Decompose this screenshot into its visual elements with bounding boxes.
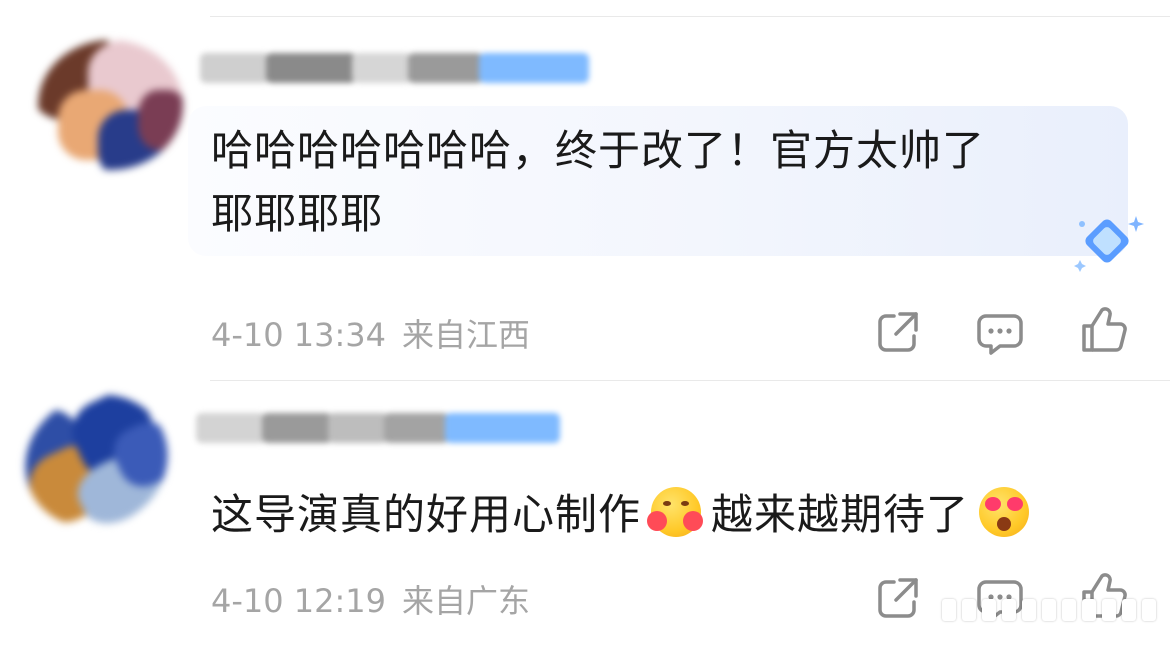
username-blurred[interactable]	[196, 404, 560, 452]
thumbs-up-icon[interactable]	[1080, 306, 1128, 354]
comment-text-line: 哈哈哈哈哈哈哈，终于改了！官方太帅了	[211, 126, 986, 175]
watermark-blocks	[942, 599, 1156, 621]
comment-text-part: 这导演真的好用心制作	[211, 490, 642, 539]
comment-date: 4-10 13:34	[211, 316, 387, 354]
comment-meta: 4-10 13:34 来自江西	[211, 310, 546, 356]
diamond-badge-icon	[1074, 216, 1144, 272]
username-blurred[interactable]	[200, 44, 589, 92]
comment-text-part: 越来越期待了	[711, 490, 970, 539]
comment-divider	[210, 380, 1170, 381]
comment-location: 来自广东	[402, 582, 531, 620]
comment-text-line: 耶耶耶耶	[211, 189, 384, 238]
comment-icon[interactable]	[976, 308, 1024, 356]
share-icon[interactable]	[874, 308, 922, 356]
top-divider	[210, 16, 1170, 17]
share-icon[interactable]	[874, 574, 922, 622]
avatar[interactable]	[3, 371, 189, 550]
comment-meta: 4-10 12:19 来自广东	[211, 576, 546, 622]
avatar[interactable]	[38, 40, 183, 170]
hugging-face-emoji	[647, 487, 704, 537]
comment-text-line: 这导演真的好用心制作 越来越期待了	[211, 484, 1039, 546]
heart-eyes-emoji	[979, 487, 1030, 537]
comment-date: 4-10 12:19	[211, 582, 387, 620]
comment-location: 来自江西	[402, 316, 531, 354]
